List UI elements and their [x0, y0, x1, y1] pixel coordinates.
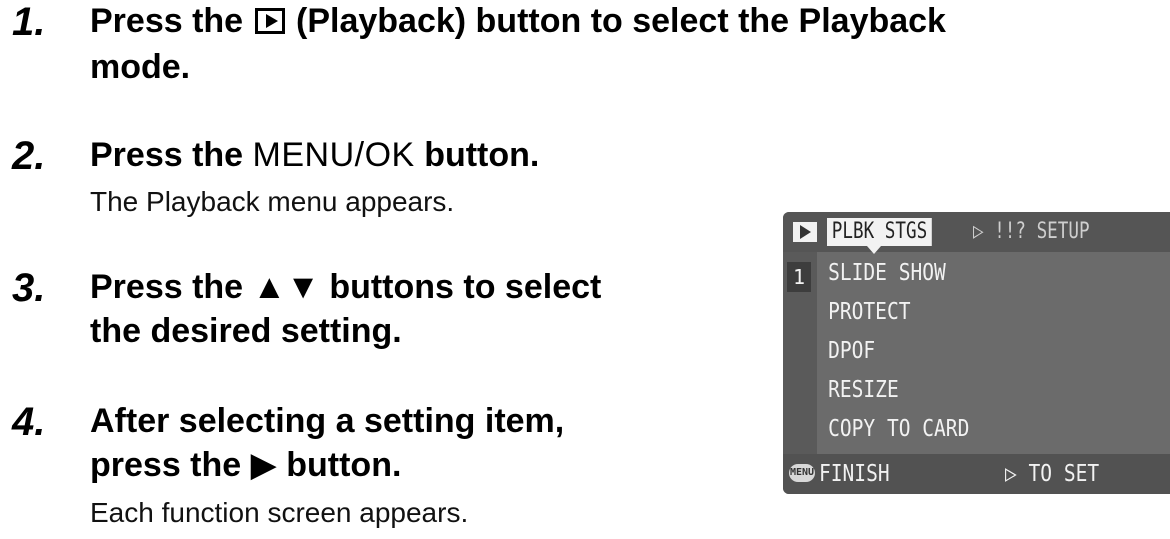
step-number: 3.	[12, 266, 46, 310]
step-number: 1.	[12, 0, 46, 44]
camera-menu-screen: PLBK STGS ▷ !!? SETUP 1 SLIDE SHOW PROTE…	[783, 212, 1170, 494]
menu-list: SLIDE SHOW PROTECT DPOF RESIZE COPY TO C…	[823, 254, 1170, 449]
step-heading: After selecting a setting item,	[90, 402, 565, 440]
playback-mode-icon	[793, 222, 817, 242]
playback-icon	[254, 8, 285, 34]
menu-item-copy-to-card: COPY TO CARD	[828, 416, 970, 442]
step-heading: Press the ▲▼ buttons to select	[90, 268, 602, 306]
step-heading: Press the MENU/OK button.	[90, 136, 540, 174]
menu-item-dpof: DPOF	[828, 338, 876, 364]
step-heading-line2: the desired setting.	[90, 312, 402, 350]
step-number: 2.	[12, 134, 46, 178]
tab-caret-icon	[867, 246, 881, 254]
menu-button-icon: MENU	[789, 464, 815, 482]
step-heading-line2: press the ▶ button.	[90, 446, 402, 484]
step-heading-line2: mode.	[90, 48, 191, 86]
tab-setup: ▷ !!? SETUP	[973, 219, 1090, 244]
menu-footer: MENU FINISH ▷ TO SET	[783, 454, 1170, 494]
step-number: 4.	[12, 400, 46, 444]
finish-hint: FINISH	[819, 461, 890, 487]
right-arrow-icon: ▶	[250, 446, 277, 484]
to-set-hint: ▷ TO SET	[1005, 461, 1100, 487]
menu-ok-button-name: MENU/OK	[252, 136, 415, 174]
menu-item-slide-show: SLIDE SHOW	[828, 260, 946, 286]
menu-item-resize: RESIZE	[828, 377, 899, 403]
step-heading: Press the (Playback) button to select th…	[90, 2, 946, 40]
menu-item-protect: PROTECT	[828, 299, 911, 325]
step-description: The Playback menu appears.	[90, 186, 455, 217]
tab-playback-settings: PLBK STGS	[827, 218, 932, 246]
page-number: 1	[787, 262, 811, 292]
up-down-arrows-icon: ▲▼	[252, 268, 320, 306]
step-description: Each function screen appears.	[90, 497, 469, 528]
